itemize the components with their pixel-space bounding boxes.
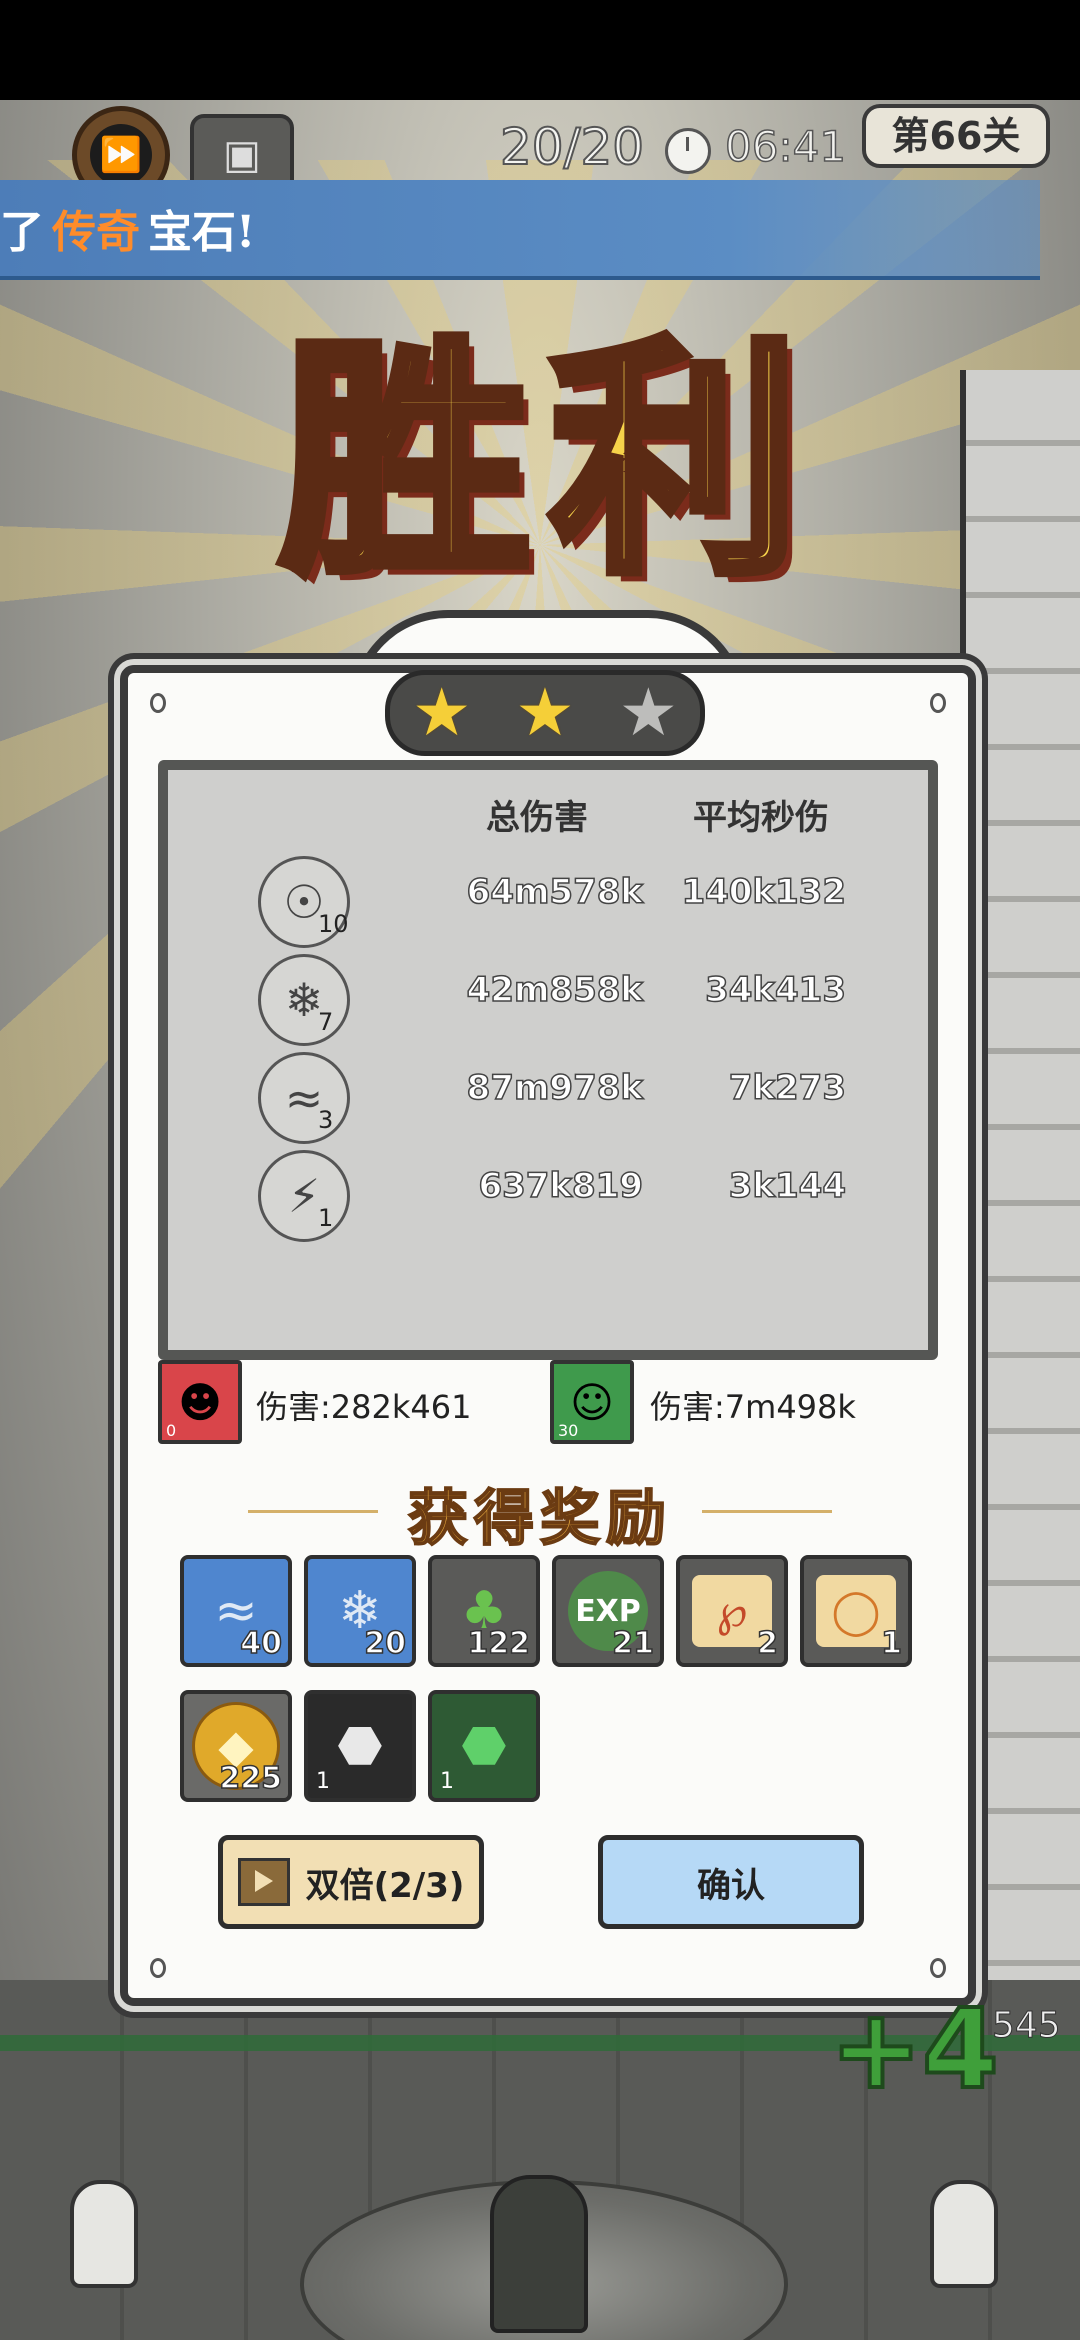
reward-count: 40 xyxy=(240,1625,283,1662)
hero-2-damage: 伤害:7m498k xyxy=(650,1388,856,1426)
hero-1-damage: 伤害:282k461 xyxy=(256,1388,472,1426)
star-rating: ★ ★ ★ xyxy=(385,670,705,756)
banner-suffix: 宝石! xyxy=(148,207,256,258)
banner-prefix: 了 xyxy=(0,207,44,258)
victory-title: 胜利 xyxy=(275,313,820,607)
banner-highlight: 传奇 xyxy=(52,207,140,258)
total-damage-value: 42m858k xyxy=(466,969,644,1011)
rewards-title: 获得奖励 xyxy=(407,1483,672,1555)
whirlwind-icon: ≈ xyxy=(258,1052,350,1144)
reward-item[interactable]: ⬣ 1 xyxy=(304,1690,416,1802)
total-damage-value: 87m978k xyxy=(466,1067,644,1109)
column-average-dps: 平均秒伤 xyxy=(693,798,829,838)
lightning-icon: ⚡ xyxy=(258,1150,350,1242)
table-row: ⚡ 1 637k819 3k144 xyxy=(168,1144,928,1242)
dps-value: 34k413 xyxy=(704,969,846,1011)
reward-item[interactable]: ♣ 122 xyxy=(428,1555,540,1667)
total-damage-value: 637k819 xyxy=(478,1165,644,1207)
divider xyxy=(702,1510,832,1513)
ice-crystal-icon: ❄ xyxy=(258,954,350,1046)
hero-avatar-2: ☺ 30 xyxy=(550,1360,634,1444)
bonus-indicator: +4 xyxy=(828,1983,1001,2115)
reward-item[interactable]: ◯ 1 xyxy=(800,1555,912,1667)
double-reward-label: 双倍(2/3) xyxy=(305,1865,465,1906)
video-ad-icon xyxy=(237,1858,290,1906)
hero-avatar-1: ☻ 0 xyxy=(158,1360,242,1444)
silver-gem-icon: ⬣ xyxy=(337,1716,383,1776)
reward-item[interactable]: ❄ 20 xyxy=(304,1555,416,1667)
reward-item[interactable]: ℘ 2 xyxy=(676,1555,788,1667)
table-row: ≈ 3 87m978k 7k273 xyxy=(168,1046,928,1144)
hero-damage-summary: ☻ 0 伤害:282k461 ☺ 30 伤害:7m498k xyxy=(158,1360,918,1444)
reward-item[interactable]: ≈ 40 xyxy=(180,1555,292,1667)
star-empty-icon: ★ xyxy=(618,674,678,751)
reward-count: 1 xyxy=(316,1769,330,1794)
table-row: ❄ 7 42m858k 34k413 xyxy=(168,948,928,1046)
star-filled-icon: ★ xyxy=(412,674,472,751)
dps-value: 3k144 xyxy=(728,1165,847,1207)
skill-level: 7 xyxy=(318,1008,334,1036)
reward-count: 2 xyxy=(756,1625,778,1662)
damage-stats-table: 总伤害 平均秒伤 ☉ 10 64m578k 140k132 ❄ 7 42m858… xyxy=(158,760,938,1360)
rivet xyxy=(930,693,946,713)
rivet xyxy=(930,1958,946,1978)
ally-character-right xyxy=(930,2180,998,2288)
field-score: 545 xyxy=(992,2005,1062,2047)
dps-value: 140k132 xyxy=(681,871,847,913)
treasure-chest-icon: ▣ xyxy=(223,132,261,178)
skill-level: 10 xyxy=(318,910,349,938)
hero-portrait-icon: ☺ xyxy=(570,1377,614,1427)
rivet xyxy=(150,1958,166,1978)
hero-portrait-icon: ☻ xyxy=(178,1377,222,1427)
top-hud: ⏩ ▣ 20/20 06:41 第66关 xyxy=(0,100,1080,204)
dps-value: 7k273 xyxy=(728,1067,847,1109)
reward-item[interactable]: ◆ 225 xyxy=(180,1690,292,1802)
wave-counter: 20/20 xyxy=(499,117,645,177)
reward-count: 225 xyxy=(219,1760,283,1797)
clock-icon xyxy=(665,128,711,174)
reward-count: 1 xyxy=(440,1769,454,1794)
rivet xyxy=(150,693,166,713)
confirm-button[interactable]: 确认 xyxy=(598,1835,864,1929)
reward-item[interactable]: ⬣ 1 xyxy=(428,1690,540,1802)
hero-level: 0 xyxy=(166,1421,177,1440)
fast-forward-icon: ⏩ xyxy=(90,124,152,186)
reward-count: 20 xyxy=(364,1625,407,1662)
skill-level: 3 xyxy=(318,1106,334,1134)
double-reward-button[interactable]: 双倍(2/3) xyxy=(218,1835,484,1929)
reward-item[interactable]: EXP 21 xyxy=(552,1555,664,1667)
skill-level: 1 xyxy=(318,1204,334,1232)
confirm-label: 确认 xyxy=(697,1865,765,1906)
star-filled-icon: ★ xyxy=(515,674,575,751)
announcement-banner: 了 传奇 宝石! xyxy=(0,180,1040,280)
ally-character-left xyxy=(70,2180,138,2288)
divider xyxy=(248,1510,378,1513)
column-total-damage: 总伤害 xyxy=(486,798,588,838)
reward-count: 122 xyxy=(467,1625,531,1662)
stone-tower xyxy=(960,370,1080,2020)
reward-count: 1 xyxy=(880,1625,902,1662)
timer: 06:41 xyxy=(724,121,847,172)
wizard-character xyxy=(490,2175,588,2333)
hero-level: 30 xyxy=(558,1421,579,1440)
reward-count: 21 xyxy=(612,1625,655,1662)
green-gem-icon: ⬣ xyxy=(461,1716,507,1776)
total-damage-value: 64m578k xyxy=(466,871,644,913)
table-row: ☉ 10 64m578k 140k132 xyxy=(168,850,928,948)
level-badge: 第66关 xyxy=(862,104,1050,168)
